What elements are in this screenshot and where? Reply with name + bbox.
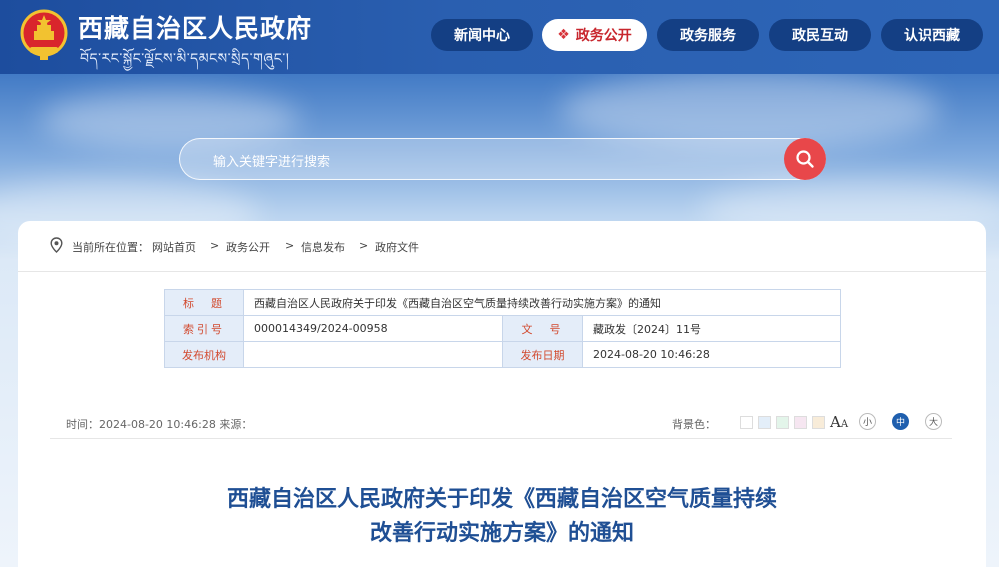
site-title[interactable]: 西藏自治区人民政府: [78, 9, 312, 45]
table-row: 索引号 000014349/2024-00958 文 号 藏政发〔2024〕11…: [164, 315, 841, 342]
site-subtitle-tibetan: བོད་རང་སྐྱོང་ལྗོངས་མི་དམངས་སྲིད་གཞུང་།: [80, 51, 290, 67]
publish-date-label: 发布日期: [502, 341, 583, 368]
nav-government-services[interactable]: 政务服务: [657, 19, 759, 51]
breadcrumb-separator: >: [285, 239, 295, 252]
article-title: 西藏自治区人民政府关于印发《西藏自治区空气质量持续 改善行动实施方案》的通知: [18, 483, 986, 551]
doc-number-label: 文 号: [502, 315, 583, 342]
breadcrumb-item-gov-open[interactable]: 政务公开: [226, 239, 270, 255]
article-title-line-1: 西藏自治区人民政府关于印发《西藏自治区空气质量持续: [226, 487, 777, 512]
publish-date-value: 2024-08-20 10:46:28: [582, 341, 841, 368]
font-size-icon: AA: [830, 413, 848, 431]
bg-swatch-blue[interactable]: [758, 416, 771, 429]
font-size-small-a: A: [840, 419, 849, 430]
breadcrumb-separator: >: [359, 239, 369, 252]
search-bar[interactable]: 输入关键字进行搜索: [179, 138, 826, 180]
bg-swatch-green[interactable]: [776, 416, 789, 429]
font-size-small-button[interactable]: 小: [859, 413, 876, 430]
breadcrumb: 当前所在位置： 网站首页 > 政务公开 > 信息发布 > 政府文件: [18, 221, 986, 272]
search-button[interactable]: [784, 138, 826, 180]
breadcrumb-item-gov-documents[interactable]: 政府文件: [375, 239, 419, 255]
title-value: 西藏自治区人民政府关于印发《西藏自治区空气质量持续改善行动实施方案》的通知: [243, 289, 841, 316]
index-label: 索引号: [164, 315, 244, 342]
site-header: 西藏自治区人民政府 བོད་རང་སྐྱོང་ལྗོངས་མི་དམངས་སྲི…: [0, 0, 999, 74]
font-size-medium-button[interactable]: 中: [892, 413, 909, 430]
index-value: 000014349/2024-00958: [243, 315, 503, 342]
article-title-line-2: 改善行动实施方案》的通知: [369, 521, 634, 546]
lattice-icon: ❖: [557, 27, 570, 43]
nav-label: 政民互动: [792, 28, 848, 44]
breadcrumb-prefix: 当前所在位置：: [72, 241, 149, 254]
background-color-label: 背景色：: [672, 418, 716, 431]
font-size-big-a: A: [830, 413, 841, 431]
document-meta-table: 标 题 西藏自治区人民政府关于印发《西藏自治区空气质量持续改善行动实施方案》的通…: [164, 289, 841, 368]
nav-label: 政务公开: [575, 28, 632, 44]
breadcrumb-item-home[interactable]: 网站首页: [152, 239, 196, 255]
search-input[interactable]: 输入关键字进行搜索: [213, 151, 330, 170]
nav-public-interaction[interactable]: 政民互动: [769, 19, 871, 51]
font-size-large-button[interactable]: 大: [925, 413, 942, 430]
article-toolbar: 时间：2024-08-20 10:46:28 来源： 背景色： AA 小 中 大: [50, 405, 952, 439]
national-emblem-icon[interactable]: [20, 9, 68, 61]
doc-number-value: 藏政发〔2024〕11号: [582, 315, 841, 342]
breadcrumb-item-info-release[interactable]: 信息发布: [301, 239, 345, 255]
publish-time-source: 时间：2024-08-20 10:46:28 来源：: [66, 418, 253, 431]
breadcrumb-separator: >: [210, 239, 220, 252]
search-icon: [796, 150, 814, 168]
table-row: 标 题 西藏自治区人民政府关于印发《西藏自治区空气质量持续改善行动实施方案》的通…: [164, 289, 841, 316]
nav-label: 政务服务: [680, 28, 736, 44]
table-row: 发布机构 发布日期 2024-08-20 10:46:28: [164, 341, 841, 368]
location-pin-icon: [50, 237, 63, 253]
publisher-label: 发布机构: [164, 341, 244, 368]
title-label: 标 题: [164, 289, 244, 316]
bg-swatch-pink[interactable]: [794, 416, 807, 429]
nav-label: 新闻中心: [454, 28, 510, 44]
nav-label: 认识西藏: [904, 28, 960, 44]
bg-swatch-beige[interactable]: [812, 416, 825, 429]
publisher-value: [243, 341, 503, 368]
nav-government-affairs-open[interactable]: ❖ 政务公开: [542, 19, 647, 51]
content-card: 当前所在位置： 网站首页 > 政务公开 > 信息发布 > 政府文件 标 题 西藏…: [18, 221, 986, 567]
nav-news-center[interactable]: 新闻中心: [431, 19, 533, 51]
bg-swatch-white[interactable]: [740, 416, 753, 429]
nav-know-tibet[interactable]: 认识西藏: [881, 19, 983, 51]
